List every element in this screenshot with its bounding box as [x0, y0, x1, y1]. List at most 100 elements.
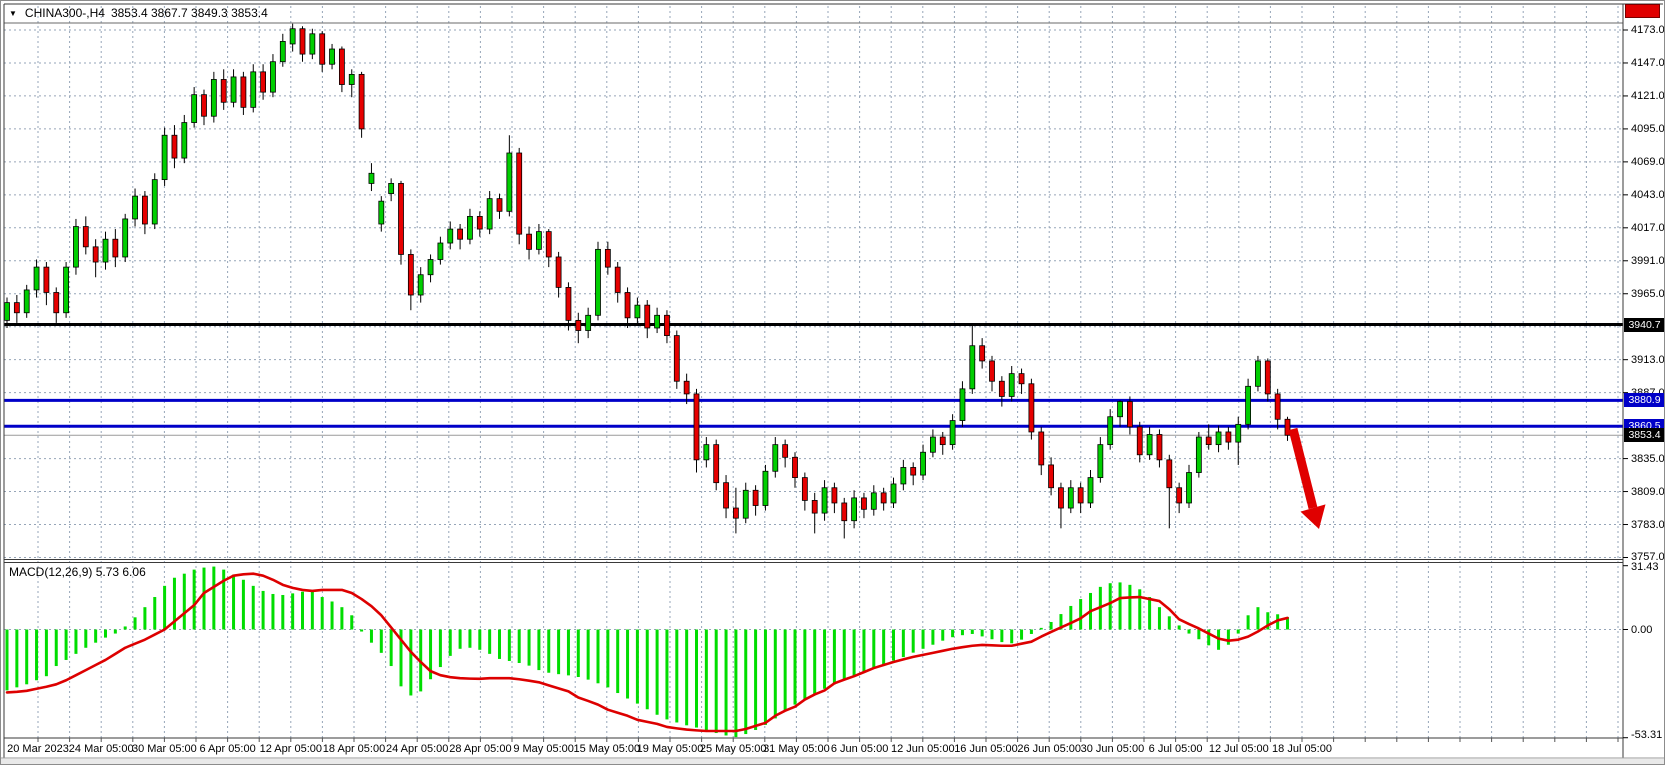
macd-histogram-bar	[193, 570, 196, 630]
mt4-chart-window: ▼ CHINA300-,H4 3853.4 3867.7 3849.3 3853…	[0, 0, 1665, 765]
macd-histogram-bar	[478, 630, 481, 650]
candle-up	[507, 153, 512, 211]
chart-canvas[interactable]	[1, 1, 1665, 765]
macd-histogram-bar	[862, 630, 865, 673]
ohlc-readout: 3853.4 3867.7 3849.3 3853.4	[111, 6, 268, 20]
candle-up	[1246, 386, 1251, 424]
macd-histogram-bar	[626, 630, 629, 699]
macd-histogram-bar	[646, 630, 649, 710]
candle-down	[1206, 437, 1211, 445]
macd-tick-label: 0.00	[1631, 624, 1652, 636]
down-arrow-head[interactable]	[1301, 504, 1326, 529]
macd-histogram-bar	[528, 630, 531, 666]
candle-down	[684, 381, 689, 394]
candle-down	[1275, 394, 1280, 419]
candle-up	[1118, 402, 1123, 417]
down-arrow-shaft[interactable]	[1293, 429, 1313, 508]
macd-histogram-bar	[1020, 630, 1023, 640]
candle-up	[349, 74, 354, 84]
time-axis-label: 24 Apr 05:00	[386, 743, 448, 755]
time-axis-label: 18 Jul 05:00	[1272, 743, 1332, 755]
candle-down	[44, 267, 49, 292]
candle-down	[93, 247, 98, 262]
macd-histogram-bar	[1069, 606, 1072, 630]
candle-down	[802, 478, 807, 501]
macd-histogram-bar	[508, 630, 511, 661]
macd-histogram-bar	[971, 630, 974, 634]
macd-histogram-bar	[597, 630, 600, 684]
candle-up	[871, 493, 876, 509]
macd-histogram-bar	[587, 630, 590, 680]
macd-histogram-bar	[15, 630, 18, 688]
candle-up	[1187, 473, 1192, 503]
time-axis-label: 15 May 05:00	[573, 743, 640, 755]
macd-histogram-bar	[675, 630, 678, 723]
macd-histogram-bar	[685, 630, 688, 726]
macd-histogram-bar	[439, 630, 442, 668]
candle-down	[113, 239, 118, 257]
candle-down	[221, 79, 226, 102]
macd-histogram-bar	[991, 630, 994, 640]
macd-histogram-bar	[301, 592, 304, 630]
macd-histogram-bar	[380, 630, 383, 653]
macd-histogram-bar	[843, 630, 846, 681]
macd-histogram-bar	[104, 630, 107, 638]
macd-histogram-bar	[656, 630, 659, 715]
time-axis-label: 12 Jul 05:00	[1209, 743, 1269, 755]
macd-histogram-bar	[606, 630, 609, 688]
time-axis-label: 28 Apr 05:00	[449, 743, 511, 755]
candle-down	[980, 346, 985, 361]
symbol-dropdown-icon[interactable]: ▼	[9, 9, 17, 18]
macd-histogram-bar	[665, 630, 668, 720]
candle-up	[921, 452, 926, 475]
candle-down	[261, 72, 266, 92]
price-tick-label: 4173.0	[1631, 24, 1665, 36]
time-axis-label: 25 May 05:00	[700, 743, 767, 755]
candle-down	[674, 336, 679, 382]
price-tick-label: 3835.0	[1631, 453, 1665, 465]
candle-up	[152, 180, 157, 224]
candle-up	[1255, 361, 1260, 386]
candle-up	[103, 239, 108, 262]
candle-up	[310, 34, 315, 54]
candle-up	[34, 267, 39, 290]
macd-histogram-bar	[1178, 625, 1181, 629]
macd-histogram-bar	[1119, 582, 1122, 629]
macd-histogram-bar	[695, 630, 698, 728]
time-axis-label: 26 Jun 05:00	[1017, 743, 1081, 755]
macd-tick-label: -53.31	[1631, 729, 1662, 741]
macd-histogram-bar	[725, 630, 728, 736]
macd-histogram-bar	[488, 630, 491, 654]
macd-histogram-bar	[65, 630, 68, 660]
candle-up	[487, 199, 492, 229]
candle-up	[192, 95, 197, 123]
macd-histogram-bar	[774, 630, 777, 719]
macd-histogram-bar	[203, 568, 206, 630]
macd-histogram-bar	[409, 630, 412, 696]
price-tick-label: 4095.0	[1631, 123, 1665, 135]
candle-down	[1078, 488, 1083, 503]
macd-histogram-bar	[1237, 630, 1240, 634]
candle-down	[1285, 419, 1290, 435]
price-tick-label: 4017.0	[1631, 222, 1665, 234]
macd-histogram-bar	[242, 580, 245, 630]
time-axis-label: 16 Jun 05:00	[954, 743, 1018, 755]
candle-down	[172, 135, 177, 158]
macd-histogram-bar	[1000, 630, 1003, 643]
candle-up	[1196, 437, 1201, 473]
candle-down	[202, 95, 207, 117]
price-tick-label: 3783.0	[1631, 519, 1665, 531]
macd-histogram-bar	[143, 607, 146, 629]
candle-up	[182, 123, 187, 159]
time-axis-label: 6 Jun 05:00	[831, 743, 889, 755]
candle-up	[211, 79, 216, 116]
macd-histogram-bar	[390, 630, 393, 667]
price-tick-label: 4147.0	[1631, 57, 1665, 69]
macd-histogram-bar	[941, 630, 944, 641]
candle-down	[83, 227, 88, 247]
candle-down	[408, 254, 413, 295]
candle-up	[822, 488, 827, 513]
candle-down	[1127, 402, 1132, 427]
candle-up	[369, 173, 374, 183]
macd-histogram-bar	[931, 630, 934, 645]
